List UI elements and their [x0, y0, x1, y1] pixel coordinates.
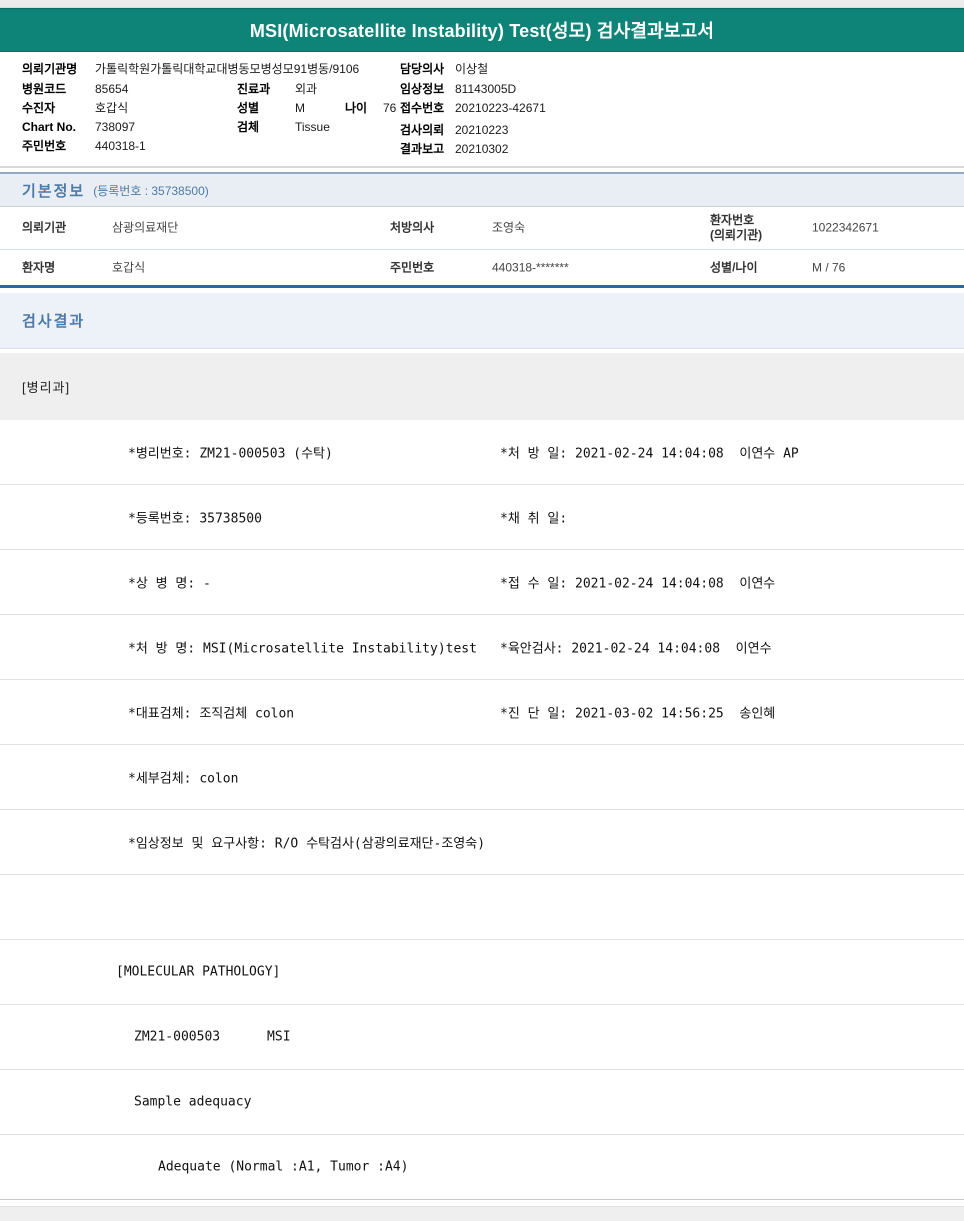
clinical-info-label: 임상정보	[400, 82, 445, 96]
diagnosis-date: *진 단 일: 2021-03-02 14:56:25 송인혜	[500, 706, 776, 722]
result-row-adequate: Adequate (Normal :A1, Tumor :A4)	[0, 1135, 964, 1200]
receipt-date: *접 수 일: 2021-02-24 14:04:08 이연수	[500, 576, 776, 592]
examinee-value: 호갑식	[95, 101, 129, 115]
result-row-disease-name: *상 병 명: - *접 수 일: 2021-02-24 14:04:08 이연…	[0, 550, 964, 615]
result-row-empty	[0, 875, 964, 940]
hospital-code-value: 85654	[95, 82, 129, 96]
patient-name-label: 환자명	[22, 260, 56, 274]
chart-no-value: 738097	[95, 120, 136, 134]
resident-reg-label: 주민번호	[390, 260, 435, 274]
result-row-registration-no: *등록번호: 35738500 *채 취 일:	[0, 485, 964, 550]
registration-no: *등록번호: 35738500	[128, 511, 262, 527]
patient-no-value: 1022342671	[812, 220, 879, 235]
window-top-strip	[0, 0, 964, 8]
age-value: 76	[383, 101, 397, 115]
clinical-info-value: 81143005D	[455, 82, 517, 96]
section-divider	[0, 166, 964, 168]
receipt-no-value: 20210223-42671	[455, 101, 546, 115]
result-row-prescription-name: *처 방 명: MSI(Microsatellite Instability)t…	[0, 615, 964, 680]
prescription-date: *처 방 일: 2021-02-24 14:04:08 이연수 AP	[500, 446, 799, 462]
detail-specimen: *세부검체: colon	[128, 771, 239, 787]
attending-doctor-value: 이상철	[455, 62, 489, 76]
patient-name-value: 호갑식	[112, 260, 146, 274]
msi-test-id: ZM21-000503 MSI	[134, 1029, 291, 1045]
gross-exam-date: *육안검사: 2021-02-24 14:04:08 이연수	[500, 641, 772, 657]
result-row-representative-specimen: *대표검체: 조직검체 colon *진 단 일: 2021-03-02 14:…	[0, 680, 964, 745]
basic-info-row-1: 의뢰기관 삼광의료재단 처방의사 조영숙 환자번호 (의뢰기관) 1022342…	[0, 207, 964, 250]
result-row-msi-id: ZM21-000503 MSI	[0, 1005, 964, 1070]
result-rows: *병리번호: ZM21-000503 (수탁) *처 방 일: 2021-02-…	[0, 420, 964, 1200]
patient-no-label: 환자번호 (의뢰기관)	[710, 213, 763, 242]
sample-adequacy-heading: Sample adequacy	[134, 1094, 252, 1110]
result-row-molecular-pathology: [MOLECULAR PATHOLOGY]	[0, 940, 964, 1005]
sex-age-label: 성별/나이	[710, 260, 758, 274]
basic-info-row-2: 환자명 호갑식 주민번호 440318-******* 성별/나이 M / 76	[0, 250, 964, 285]
resident-no-label: 주민번호	[22, 139, 67, 153]
referrer-name-label: 의뢰기관명	[22, 62, 78, 76]
test-result-section-header: 검사결과	[0, 293, 964, 349]
patient-header-block: 의뢰기관명 가톨릭학원가톨릭대학교대병동모병성모91병동/9106 병원코드 8…	[0, 58, 964, 162]
collection-date: *채 취 일:	[500, 511, 568, 527]
basic-info-bottom-border	[0, 285, 964, 288]
test-request-date-value: 20210223	[455, 123, 509, 137]
adequacy-result: Adequate (Normal :A1, Tumor :A4)	[158, 1159, 409, 1175]
department-value: 외과	[295, 82, 318, 96]
result-row-clinical-request: *임상정보 및 요구사항: R/O 수탁검사(삼광의료재단-조영숙)	[0, 810, 964, 875]
test-request-date-label: 검사의뢰	[400, 123, 445, 137]
age-label: 나이	[345, 101, 368, 115]
receipt-no-label: 접수번호	[400, 101, 445, 115]
page-title: MSI(Microsatellite Instability) Test(성모)…	[249, 21, 715, 41]
chart-no-label: Chart No.	[22, 120, 76, 134]
result-report-date-value: 20210302	[455, 142, 509, 156]
sex-age-value: M / 76	[812, 260, 846, 274]
representative-specimen: *대표검체: 조직검체 colon	[128, 706, 295, 722]
result-row-detail-specimen: *세부검체: colon	[0, 745, 964, 810]
basic-info-title: 기본정보	[22, 182, 86, 200]
registration-number: (등록번호 : 35738500)	[93, 183, 209, 198]
request-org-value: 삼광의료재단	[112, 220, 179, 235]
specimen-label: 검체	[237, 120, 260, 134]
report-title-bar: MSI(Microsatellite Instability) Test(성모)…	[0, 8, 964, 52]
referrer-name-value: 가톨릭학원가톨릭대학교대병동모병성모91병동/9106	[95, 62, 360, 76]
hospital-code-label: 병원코드	[22, 82, 67, 96]
basic-info-section-header: 기본정보 (등록번호 : 35738500)	[0, 172, 964, 207]
request-org-label: 의뢰기관	[22, 220, 67, 235]
department-band: [병리과]	[0, 353, 964, 420]
prescription-name: *처 방 명: MSI(Microsatellite Instability)t…	[128, 641, 477, 657]
pathology-no: *병리번호: ZM21-000503 (수탁)	[128, 446, 333, 462]
resident-no-value: 440318-1	[95, 139, 146, 153]
disease-name: *상 병 명: -	[128, 576, 211, 592]
specimen-value: Tissue	[295, 120, 330, 134]
result-row-sample-adequacy: Sample adequacy	[0, 1070, 964, 1135]
report-page: MSI(Microsatellite Instability) Test(성모)…	[0, 0, 964, 1221]
prescribing-doctor-label: 처방의사	[390, 220, 435, 235]
sex-label: 성별	[237, 101, 260, 115]
attending-doctor-label: 담당의사	[400, 62, 445, 76]
examinee-label: 수진자	[22, 101, 56, 115]
department-label: 진료과	[237, 82, 271, 96]
resident-reg-value: 440318-*******	[492, 260, 569, 274]
result-row-pathology-no: *병리번호: ZM21-000503 (수탁) *처 방 일: 2021-02-…	[0, 420, 964, 485]
prescribing-doctor-value: 조영숙	[492, 220, 526, 235]
footer-bar	[0, 1206, 964, 1221]
clinical-request: *임상정보 및 요구사항: R/O 수탁검사(삼광의료재단-조영숙)	[128, 836, 486, 852]
pathology-dept-label: [병리과]	[22, 380, 71, 395]
sex-value: M	[295, 101, 305, 115]
test-result-title: 검사결과	[22, 313, 86, 330]
molecular-pathology-heading: [MOLECULAR PATHOLOGY]	[116, 964, 281, 980]
result-report-date-label: 결과보고	[400, 142, 445, 156]
